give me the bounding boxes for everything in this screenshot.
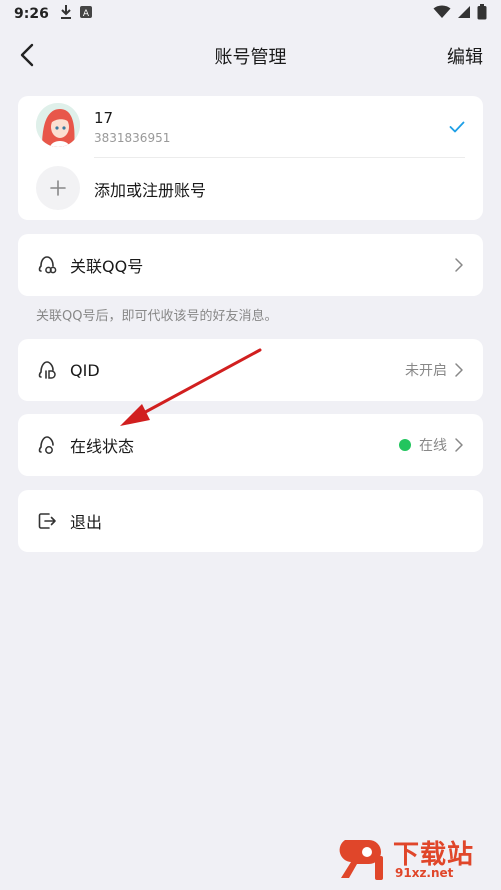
- qid-label: QID: [70, 360, 100, 380]
- add-account-label: 添加或注册账号: [94, 181, 207, 200]
- watermark: 下载站 91xz.net: [329, 830, 501, 890]
- link-qq-note: 关联QQ号后，即可代收该号的好友消息。: [36, 309, 278, 324]
- account-qq-number: 3831836951: [94, 131, 171, 145]
- online-status-row[interactable]: 在线状态 在线: [18, 414, 483, 476]
- qid-row[interactable]: QID 未开启: [18, 339, 483, 401]
- online-dot: [399, 439, 411, 451]
- online-status-value: 在线: [419, 438, 447, 454]
- wifi-icon: [433, 5, 451, 23]
- link-qq-row[interactable]: 关联QQ号: [18, 234, 483, 296]
- status-bar: 9:26 A: [0, 0, 501, 28]
- add-account-button[interactable]: 添加或注册账号: [18, 158, 483, 220]
- logout-icon: [36, 510, 58, 532]
- link-qq-label: 关联QQ号: [70, 257, 144, 276]
- chevron-right-icon: [455, 438, 463, 452]
- plus-icon: [36, 166, 80, 210]
- back-button[interactable]: [12, 40, 42, 70]
- online-status-icon: [36, 434, 58, 456]
- qid-status-value: 未开启: [405, 363, 447, 379]
- page-title: 账号管理: [214, 47, 287, 68]
- avatar: [36, 103, 80, 147]
- battery-icon: [477, 4, 487, 24]
- logout-label: 退出: [70, 513, 103, 532]
- checkmark-icon: [449, 118, 465, 137]
- accounts-card: 17 3831836951 添加或注册账号: [18, 96, 483, 220]
- watermark-subtitle: 91xz.net: [395, 866, 454, 880]
- qid-right: 未开启: [405, 360, 465, 380]
- account-row-current[interactable]: 17 3831836951: [18, 96, 483, 156]
- download-icon: [59, 4, 73, 24]
- online-status-label: 在线状态: [70, 437, 135, 456]
- a-icon: A: [79, 5, 93, 23]
- status-time: 9:26: [14, 6, 49, 22]
- online-status-right: 在线: [399, 435, 465, 455]
- qq-penguin-link-icon: [36, 254, 58, 276]
- signal-icon: [457, 5, 471, 23]
- svg-text:A: A: [83, 9, 90, 19]
- status-right-group: [433, 4, 487, 24]
- logout-row[interactable]: 退出: [18, 490, 483, 552]
- link-qq-right: [453, 257, 465, 273]
- chevron-right-icon: [455, 363, 463, 377]
- nav-bar: 账号管理 编辑: [0, 30, 501, 82]
- chevron-right-icon: [455, 258, 463, 272]
- qid-icon: [36, 359, 58, 381]
- watermark-logo-icon: [339, 840, 383, 880]
- back-arrow-icon: [20, 43, 34, 67]
- edit-button[interactable]: 编辑: [447, 43, 483, 69]
- account-name: 17: [94, 109, 114, 127]
